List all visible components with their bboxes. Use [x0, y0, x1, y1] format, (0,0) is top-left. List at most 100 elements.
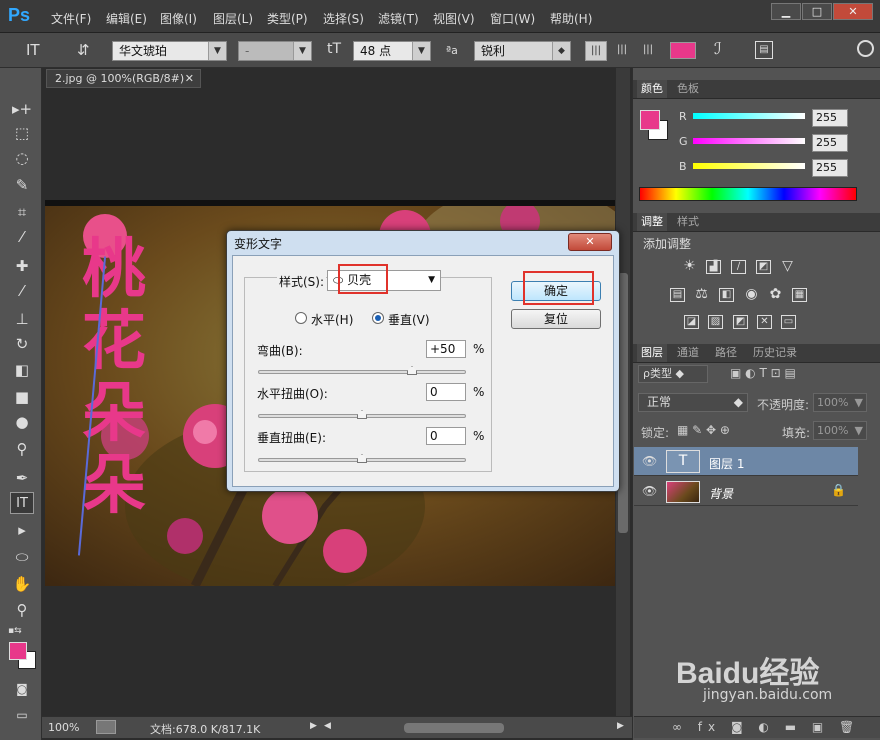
lasso-tool-icon[interactable]: ◌ — [10, 147, 34, 169]
levels-icon[interactable]: ▟ — [706, 260, 721, 274]
reset-button[interactable]: 复位 — [511, 309, 601, 329]
text-color-swatch[interactable] — [670, 42, 696, 59]
channel-b-value[interactable]: 255 — [812, 159, 848, 177]
type-tool-icon[interactable]: IT — [26, 41, 40, 59]
menu-help[interactable]: 帮助(H) — [550, 10, 592, 27]
brightness-icon[interactable]: ☀ — [682, 259, 697, 274]
exposure-icon[interactable]: ◩ — [756, 260, 771, 274]
status-preview-icon[interactable] — [96, 720, 116, 734]
path-select-tool-icon[interactable]: ▸ — [10, 519, 34, 541]
menu-file[interactable]: 文件(F) — [51, 10, 91, 27]
menu-type[interactable]: 类型(P) — [267, 10, 308, 27]
font-size-select[interactable]: 48 点 ▼ — [353, 41, 431, 61]
channel-mixer-icon[interactable]: ✿ — [768, 287, 783, 302]
tab-history[interactable]: 历史记录 — [749, 344, 801, 362]
character-panel-icon[interactable]: ▤ — [755, 41, 773, 59]
font-style-select[interactable]: - ▼ — [238, 41, 312, 61]
menu-select[interactable]: 选择(S) — [323, 10, 364, 27]
tab-styles[interactable]: 样式 — [673, 213, 703, 231]
close-window-button[interactable]: ✕ — [833, 3, 873, 20]
brush-tool-icon[interactable]: ⁄ — [10, 280, 34, 302]
warped-text-layer[interactable]: 桃 花 朵 朵 — [59, 234, 169, 522]
zoom-tool-icon[interactable]: ⚲ — [10, 599, 34, 621]
tab-layers[interactable]: 图层 — [637, 344, 667, 362]
channel-g-slider[interactable] — [693, 138, 805, 144]
minimize-button[interactable]: ▁ — [771, 3, 801, 20]
menu-filter[interactable]: 滤镜(T) — [378, 10, 419, 27]
default-colors-icon[interactable]: ▪⇆ — [8, 626, 22, 636]
layer-filter-icons[interactable]: ▣ ◐ T ⊡ ▤ — [730, 366, 796, 380]
screen-mode-icon[interactable]: ▭ — [10, 704, 34, 726]
gradient-map-icon[interactable]: ▭ — [781, 315, 796, 329]
gradient-tool-icon[interactable]: ■ — [10, 386, 34, 408]
align-left-icon[interactable]: ||| — [585, 41, 607, 61]
vdist-input[interactable]: 0 — [426, 427, 466, 445]
fill-field[interactable]: 100% ▼ — [813, 421, 867, 440]
tab-adjustments[interactable]: 调整 — [637, 213, 667, 231]
ellipse-tool-icon[interactable]: ⬭ — [10, 546, 34, 568]
quick-select-tool-icon[interactable]: ✎ — [10, 174, 34, 196]
color-spectrum-bar[interactable] — [639, 187, 857, 201]
layer-name[interactable]: 背景 — [709, 485, 733, 502]
selective-color-icon[interactable]: ✕ — [757, 315, 772, 329]
marquee-tool-icon[interactable]: ⬚ — [10, 122, 34, 144]
layer-row-background[interactable]: 👁 背景 🔒 — [634, 477, 858, 506]
status-menu-arrow-icon[interactable]: ▶ — [310, 721, 317, 731]
maximize-button[interactable]: □ — [802, 3, 832, 20]
color-lookup-icon[interactable]: ▦ — [792, 288, 807, 302]
close-tab-icon[interactable]: ✕ — [185, 70, 194, 87]
hue-saturation-icon[interactable]: ▤ — [670, 288, 685, 302]
crop-tool-icon[interactable]: ⌗ — [10, 201, 34, 223]
menu-edit[interactable]: 编辑(E) — [106, 10, 147, 27]
type-tool-icon-active[interactable]: IT — [10, 492, 34, 514]
quick-mask-icon[interactable]: ◙ — [10, 678, 34, 700]
horizontal-label[interactable]: 水平(H) — [311, 311, 353, 328]
invert-icon[interactable]: ◪ — [684, 315, 699, 329]
layers-bottom-bar[interactable]: ∞ fx ◙ ◐ ▬ ▣ 🗑 — [634, 716, 880, 738]
dodge-tool-icon[interactable]: ⚲ — [10, 438, 34, 460]
vertical-radio[interactable] — [372, 312, 384, 324]
opacity-field[interactable]: 100% ▼ — [813, 393, 867, 412]
menu-view[interactable]: 视图(V) — [433, 10, 475, 27]
black-white-icon[interactable]: ◧ — [719, 288, 734, 302]
hand-tool-icon[interactable]: ✋ — [10, 573, 34, 595]
fg-color-swatch-panel[interactable] — [640, 110, 660, 130]
curves-icon[interactable]: ∕ — [731, 260, 746, 274]
healing-brush-tool-icon[interactable]: ✚ — [10, 255, 34, 277]
bend-input[interactable]: +50 — [426, 340, 466, 358]
menu-image[interactable]: 图像(I) — [160, 10, 197, 27]
dialog-close-button[interactable]: ✕ — [568, 233, 612, 251]
history-brush-tool-icon[interactable]: ↻ — [10, 333, 34, 355]
orientation-toggle-icon[interactable]: ⇵ — [77, 41, 90, 59]
tab-swatches[interactable]: 色板 — [673, 80, 703, 98]
photo-filter-icon[interactable]: ◉ — [744, 287, 759, 302]
blend-mode-select[interactable]: 正常 ◆ — [638, 393, 748, 412]
vertical-label[interactable]: 垂直(V) — [388, 311, 430, 328]
pen-tool-icon[interactable]: ✒ — [10, 467, 34, 489]
blur-tool-icon[interactable]: ● — [10, 411, 34, 433]
horizontal-radio[interactable] — [295, 312, 307, 324]
color-balance-icon[interactable]: ⚖ — [694, 287, 709, 302]
channel-r-slider[interactable] — [693, 113, 805, 119]
threshold-icon[interactable]: ◩ — [733, 315, 748, 329]
foreground-color-swatch[interactable] — [9, 642, 27, 660]
visibility-eye-icon[interactable]: 👁 — [642, 484, 657, 498]
hdist-input[interactable]: 0 — [426, 383, 466, 401]
align-center-icon[interactable]: ||| — [611, 41, 633, 61]
tab-channels[interactable]: 通道 — [673, 344, 703, 362]
menu-layer[interactable]: 图层(L) — [213, 10, 253, 27]
move-tool-icon[interactable]: ▸+ — [10, 98, 34, 120]
tab-color[interactable]: 颜色 — [637, 80, 667, 98]
antialias-select[interactable]: 锐利 ◆ — [474, 41, 571, 61]
channel-r-value[interactable]: 255 — [812, 109, 848, 127]
lock-icons[interactable]: ▦ ✎ ✥ ⊕ — [677, 423, 730, 437]
document-info[interactable]: 文档:678.0 K/817.1K — [150, 721, 260, 737]
visibility-eye-icon[interactable]: 👁 — [642, 454, 657, 468]
warp-text-icon[interactable]: ℐ — [714, 39, 722, 58]
scroll-left-icon[interactable]: ◀ — [324, 721, 331, 731]
scroll-right-icon[interactable]: ▶ — [617, 721, 624, 731]
layer-row-text[interactable]: 👁 T 图层 1 — [634, 447, 858, 476]
posterize-icon[interactable]: ▨ — [708, 315, 723, 329]
channel-g-value[interactable]: 255 — [812, 134, 848, 152]
font-family-select[interactable]: 华文琥珀 ▼ — [112, 41, 227, 61]
